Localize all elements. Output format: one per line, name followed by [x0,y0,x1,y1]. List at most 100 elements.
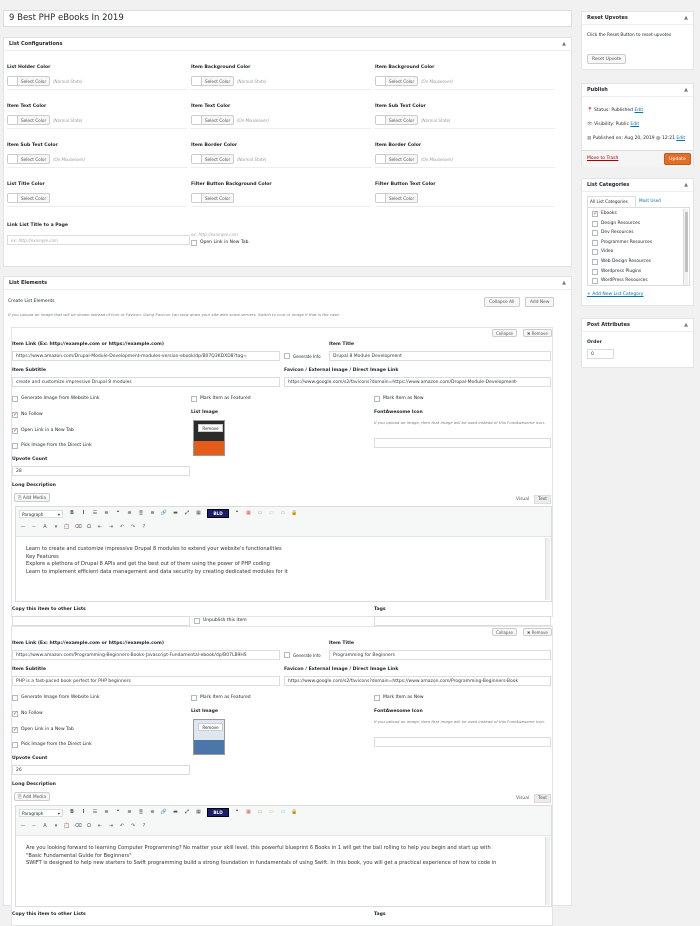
select-color-button[interactable]: Select Color [7,76,50,86]
paste-text-icon[interactable]: 📋 [63,524,71,530]
move-to-trash-link[interactable]: Move to Trash [587,156,618,161]
select-color-button[interactable]: Select Color [191,193,234,203]
quote-icon[interactable]: ❝ [233,510,241,516]
add-new-button[interactable]: Add New [525,297,555,307]
shortcode-icon[interactable]: BLD [207,509,229,518]
clear-format-icon[interactable]: ⌫ [74,524,82,530]
indent-icon[interactable]: ⇥ [107,823,115,829]
align-center-icon[interactable]: ≣ [137,809,145,815]
item-title-input[interactable]: Programming for Beginners [329,650,551,660]
category-checkbox[interactable] [592,259,598,265]
align-right-icon[interactable]: ≡ [149,809,157,815]
remove-item-button[interactable]: ✖ Remove [523,329,552,337]
bold-icon[interactable]: B [68,510,76,516]
remove-item-button[interactable]: ✖ Remove [523,628,552,636]
select-color-button[interactable]: Select Color [7,154,50,164]
select-color-button[interactable]: Select Color [375,115,418,125]
status-edit-link[interactable]: Edit [634,108,643,113]
outdent-icon[interactable]: ⇤ [96,524,104,530]
add-media-button[interactable]: ⎘ Add Media [14,493,51,502]
outdent-icon[interactable]: ⇤ [96,823,104,829]
generate-info-checkbox[interactable] [284,353,290,359]
lock-icon[interactable]: 🔒 [291,809,299,815]
category-checkbox[interactable] [592,239,598,246]
fontawesome-input[interactable] [374,737,551,747]
link-icon[interactable]: 🔗 [160,809,168,815]
update-button[interactable]: Update [664,153,691,165]
open-new-tab-checkbox[interactable] [12,726,18,733]
undo-icon[interactable]: ↶ [118,524,126,530]
undo-icon[interactable]: ↶ [118,823,126,829]
toolbar-toggle-icon[interactable]: ▦ [195,809,203,815]
select-color-button[interactable]: Select Color [191,115,234,125]
link-icon[interactable]: 🔗 [160,510,168,516]
strikethrough-icon[interactable]: − [30,823,38,829]
color-dropdown-icon[interactable]: ▾ [52,524,60,530]
quote-icon[interactable]: ❝ [233,809,241,815]
blockquote-icon[interactable]: ❝ [114,809,122,815]
tab-all-categories[interactable]: All List Categories [587,196,636,207]
add-media-button[interactable]: ⎘ Add Media [14,792,51,801]
category-checkbox[interactable] [592,278,598,285]
paragraph-format-select[interactable]: Paragraph ▾ [19,809,63,817]
category-checkbox[interactable] [592,268,598,275]
post-title-input[interactable]: 9 Best PHP eBooks In 2019 [3,10,572,27]
special-char-icon[interactable]: Ω [85,823,93,829]
category-checkbox[interactable] [592,249,598,256]
order-input[interactable]: 0 [587,349,614,359]
widget-icon[interactable]: ▭ [256,809,264,815]
tags-input[interactable] [374,616,551,626]
remove-image-button[interactable]: Remove [198,723,223,731]
category-scrollbar[interactable] [683,209,688,285]
collapse-all-button[interactable]: Collapse All [484,297,520,307]
pick-image-checkbox[interactable] [12,443,18,449]
add-new-category-link[interactable]: + Add New List Category [587,292,643,297]
fontawesome-input[interactable] [374,438,551,448]
select-color-button[interactable]: Select Color [375,193,418,203]
category-checkbox[interactable] [592,230,598,237]
collapse-item-button[interactable]: Collapse [492,628,517,636]
visual-tab[interactable]: Visual [516,796,529,801]
select-color-button[interactable]: Select Color [375,154,418,164]
upvote-count-input[interactable]: 28 [12,466,190,476]
item-subtitle-input[interactable]: PHP is a fast-paced book perfect for PHP… [12,676,280,686]
generate-image-checkbox[interactable] [12,396,18,402]
select-color-button[interactable]: Select Color [191,154,234,164]
lock-icon[interactable]: 🔒 [291,510,299,516]
no-follow-checkbox[interactable] [12,710,18,717]
shortcode-icon[interactable]: BLD [207,808,229,817]
unpublish-checkbox[interactable] [194,618,200,624]
select-color-button[interactable]: Select Color [191,76,234,86]
open-new-tab-checkbox[interactable] [12,427,18,434]
bold-icon[interactable]: B [68,809,76,815]
editor-content[interactable]: Learn to create and customize impressive… [16,537,551,601]
redo-icon[interactable]: ↷ [129,524,137,530]
panel-header[interactable]: Publish ▲ [582,84,693,97]
visual-tab[interactable]: Visual [516,497,529,502]
tab-most-used[interactable]: Most Used [639,198,661,203]
upvote-count-input[interactable]: 26 [12,765,190,775]
item-link-input[interactable]: https://www.amazon.com/Programming-Begin… [12,650,280,660]
indent-icon[interactable]: ⇥ [107,524,115,530]
select-color-button[interactable]: Select Color [375,76,418,86]
select-color-button[interactable]: Select Color [7,115,50,125]
fullscreen-icon[interactable]: ⤢ [183,510,191,516]
toolbar-toggle-icon[interactable]: ▦ [195,510,203,516]
read-more-icon[interactable]: ▬ [172,809,180,815]
align-center-icon[interactable]: ≣ [137,510,145,516]
select-color-button[interactable]: Select Color [7,193,50,203]
numbered-list-icon[interactable]: ≡ [103,809,111,815]
blockquote-icon[interactable]: ❝ [114,510,122,516]
text-color-icon[interactable]: A [41,524,49,530]
table-icon[interactable]: ▭ [268,510,276,516]
collapse-arrow-icon[interactable]: ▲ [562,41,566,47]
collapse-arrow-icon[interactable]: ▲ [684,182,688,188]
reset-upvote-button[interactable]: Reset Upvote [587,54,627,64]
widget-icon[interactable]: ▭ [256,510,264,516]
link-title-input[interactable]: ex: http://example.com [7,235,190,245]
editor-content[interactable]: Are you looking forward to learning Comp… [16,836,551,906]
grid-icon[interactable]: ▦ [245,809,253,815]
table-icon[interactable]: ▭ [268,809,276,815]
box-icon[interactable]: ▭ [279,809,287,815]
favicon-input[interactable]: https://www.google.com/s2/favicons?domai… [284,676,551,686]
